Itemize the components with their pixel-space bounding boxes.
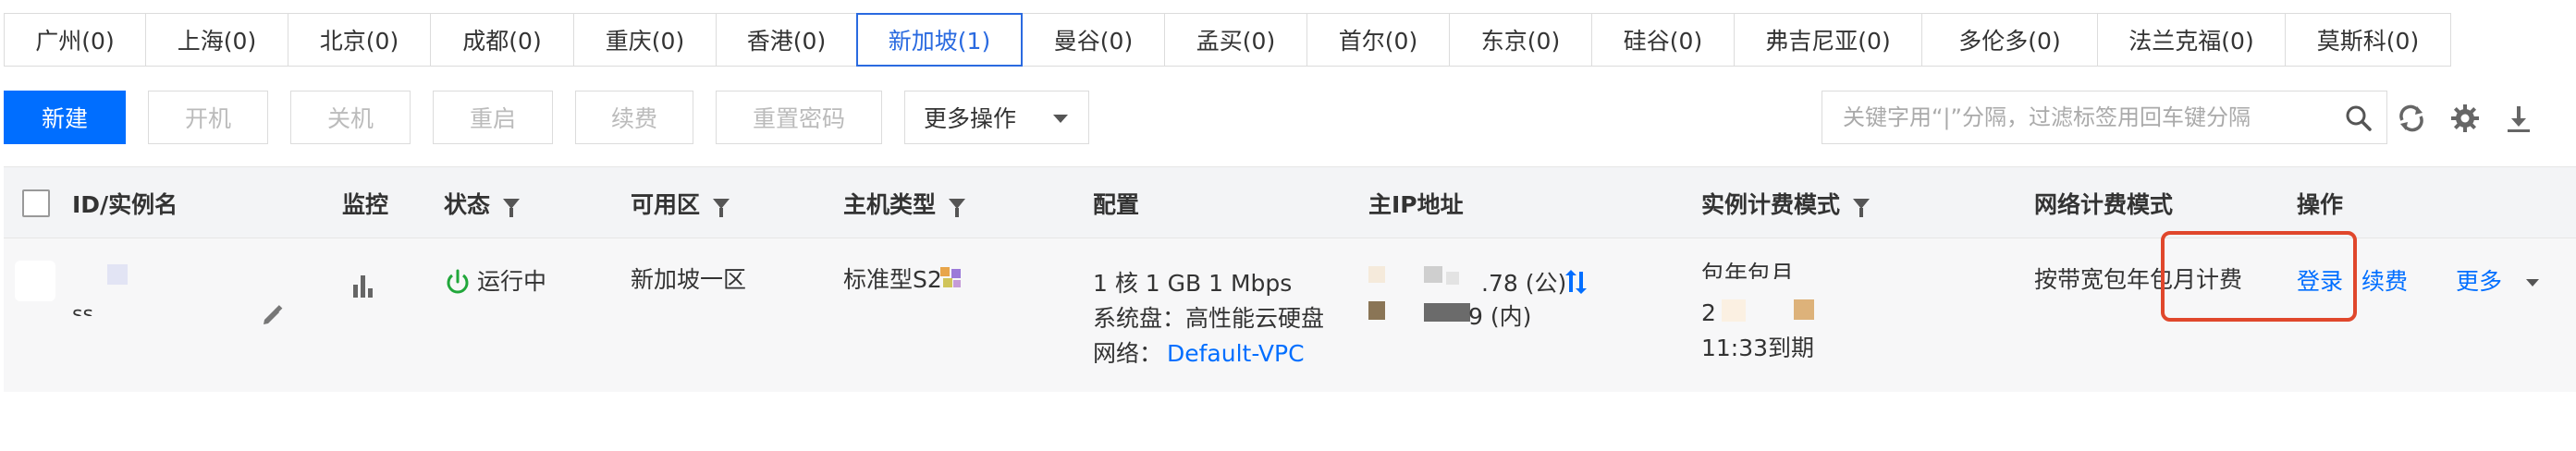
region-tab-chongqing[interactable]: 重庆(0) [573, 13, 717, 67]
refresh-icon[interactable] [2395, 102, 2428, 135]
more-actions-dropdown[interactable]: 更多操作 [904, 91, 1089, 144]
blurred-region [1446, 272, 1459, 285]
blurred-region [1722, 299, 1746, 322]
more-ops-link[interactable]: 更多 [2456, 264, 2502, 299]
column-host-type[interactable]: 主机类型 [843, 167, 966, 239]
bind-ip-icon[interactable] [1561, 268, 1589, 299]
instance-name[interactable]: ss [72, 298, 93, 316]
table-header: ID/实例名 监控 状态 可用区 主机类型 配置 主IP地址 实例计费模式 网络… [4, 166, 2576, 238]
zone-text: 新加坡一区 [631, 266, 747, 293]
blurred-region [15, 261, 55, 301]
power-icon [444, 268, 472, 299]
region-tab-guangzhou[interactable]: 广州(0) [4, 13, 146, 67]
region-tab-frankfurt[interactable]: 法兰克福(0) [2097, 13, 2286, 67]
power-on-button[interactable]: 开机 [148, 91, 268, 144]
region-tab-toronto[interactable]: 多伦多(0) [1921, 13, 2098, 67]
config-disk: 系统盘：高性能云硬盘 [1093, 305, 1325, 332]
search-icon[interactable] [2344, 104, 2374, 137]
blurred-region [1424, 303, 1470, 322]
toolbar: 新建 开机 关机 重启 续费 重置密码 更多操作 [4, 91, 1089, 144]
download-icon[interactable] [2502, 102, 2535, 135]
column-net-billing: 网络计费模式 [2034, 191, 2174, 218]
private-ip-text: 9 (内) [1468, 303, 1532, 330]
filter-icon[interactable] [1853, 198, 1871, 217]
region-tab-shanghai[interactable]: 上海(0) [145, 13, 288, 67]
reset-password-button[interactable]: 重置密码 [716, 91, 882, 144]
more-actions-label: 更多操作 [924, 105, 1017, 132]
chevron-down-icon [1053, 115, 1068, 123]
new-instance-button[interactable]: 新建 [4, 91, 126, 144]
filter-icon[interactable] [713, 198, 730, 217]
renew-link[interactable]: 续费 [2361, 264, 2408, 299]
filter-icon[interactable] [503, 198, 521, 217]
blurred-region [1368, 266, 1385, 283]
column-zone[interactable]: 可用区 [631, 167, 730, 239]
vpc-link[interactable]: Default-VPC [1167, 336, 1305, 372]
blurred-region [107, 264, 128, 285]
column-status[interactable]: 状态 [444, 167, 521, 239]
region-tab-hongkong[interactable]: 香港(0) [716, 13, 857, 67]
status-text: 运行中 [477, 268, 547, 295]
region-tab-moscow[interactable]: 莫斯科(0) [2285, 13, 2451, 67]
column-billing[interactable]: 实例计费模式 [1701, 167, 1871, 239]
region-tab-bangkok[interactable]: 曼谷(0) [1022, 13, 1165, 67]
blurred-region [1424, 266, 1442, 283]
region-tab-virginia[interactable]: 弗吉尼亚(0) [1734, 13, 1922, 67]
restart-button[interactable]: 重启 [433, 91, 553, 144]
column-id: ID/实例名 [72, 191, 178, 218]
power-off-button[interactable]: 关机 [290, 91, 411, 144]
region-tab-mumbai[interactable]: 孟买(0) [1164, 13, 1307, 67]
region-tab-seoul[interactable]: 首尔(0) [1306, 13, 1450, 67]
search-box [1822, 91, 2387, 144]
column-monitor: 监控 [342, 191, 389, 218]
region-tab-siliconvalley[interactable]: 硅谷(0) [1591, 13, 1735, 67]
edit-icon[interactable] [261, 303, 285, 331]
public-ip-text: .78 (公) [1481, 270, 1567, 297]
region-tab-chengdu[interactable]: 成都(0) [430, 13, 574, 67]
chevron-down-icon[interactable] [2526, 279, 2539, 286]
select-all-checkbox[interactable] [22, 189, 50, 217]
region-tab-tokyo[interactable]: 东京(0) [1449, 13, 1592, 67]
filter-icon[interactable] [949, 198, 966, 217]
region-tab-beijing[interactable]: 北京(0) [288, 13, 431, 67]
highlight-box [2161, 231, 2357, 322]
billing-date-fragment: 2 [1701, 299, 1716, 326]
billing-mode: 包年包月 [1701, 261, 1795, 279]
host-type-text: 标准型S2 [843, 266, 942, 293]
region-tab-singapore[interactable]: 新加坡(1) [856, 13, 1023, 67]
billing-expiry: 11:33到期 [1701, 335, 1815, 361]
region-tabs: 广州(0) 上海(0) 北京(0) 成都(0) 重庆(0) 香港(0) 新加坡(… [4, 13, 2451, 67]
column-ip: 主IP地址 [1368, 191, 1464, 218]
config-network-label: 网络： [1093, 340, 1163, 367]
renew-button[interactable]: 续费 [575, 91, 693, 144]
gear-icon[interactable] [2448, 102, 2482, 135]
column-config: 配置 [1093, 191, 1140, 218]
search-input[interactable] [1843, 104, 2342, 130]
instance-type-badge-icon [938, 264, 965, 296]
column-ops: 操作 [2297, 191, 2344, 218]
blurred-region [1368, 301, 1385, 320]
config-spec: 1 核 1 GB 1 Mbps [1093, 270, 1293, 297]
bar-chart-icon[interactable] [350, 272, 377, 303]
blurred-region [1794, 299, 1814, 320]
